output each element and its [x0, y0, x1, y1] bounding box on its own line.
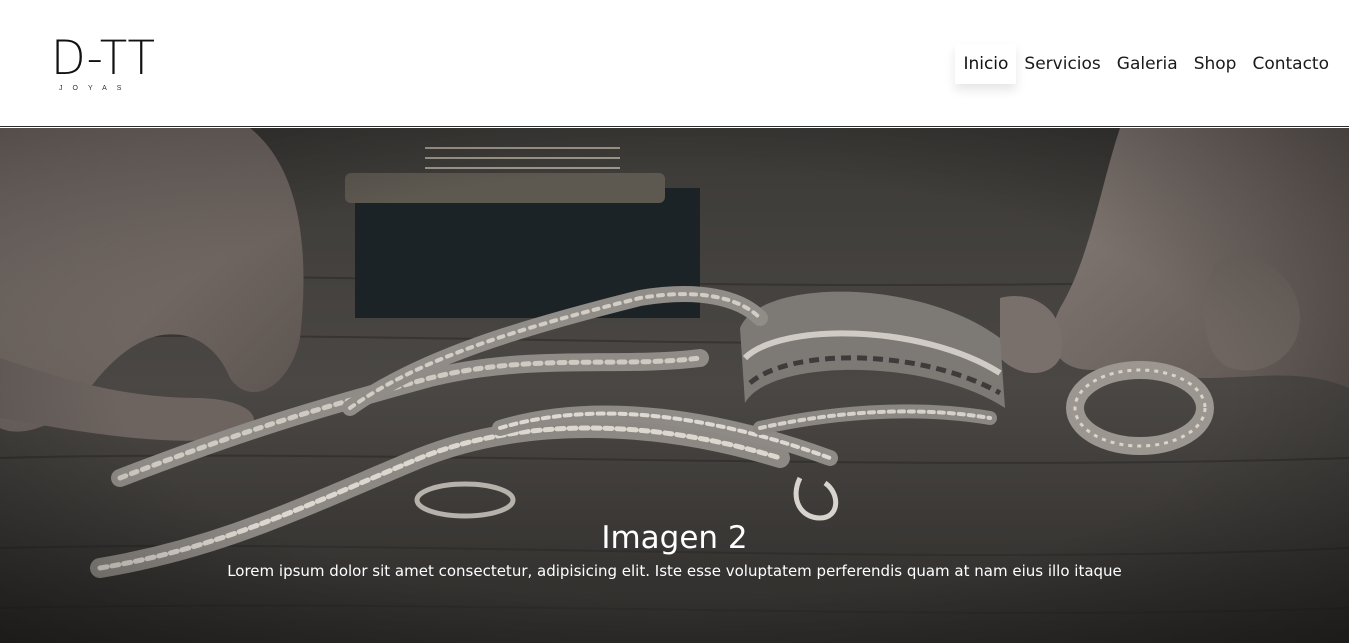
- main-nav: Inicio Servicios Galeria Shop Contacto: [955, 44, 1337, 84]
- nav-item-inicio[interactable]: Inicio: [955, 44, 1017, 84]
- caption-text: Lorem ipsum dolor sit amet consectetur, …: [227, 562, 1122, 580]
- logo-subtext: JOYAS: [59, 85, 132, 92]
- nav-item-servicios[interactable]: Servicios: [1016, 44, 1108, 84]
- site-header: D-TT JOYAS Inicio Servicios Galeria Shop…: [0, 0, 1349, 127]
- nav-item-contacto[interactable]: Contacto: [1244, 44, 1337, 84]
- nav-item-shop[interactable]: Shop: [1186, 44, 1245, 84]
- hero-carousel-slide: Imagen 2 Lorem ipsum dolor sit amet cons…: [0, 128, 1349, 643]
- nav-item-galeria[interactable]: Galeria: [1109, 44, 1186, 84]
- caption-title: Imagen 2: [601, 520, 748, 556]
- carousel-caption: Imagen 2 Lorem ipsum dolor sit amet cons…: [0, 518, 1349, 582]
- logo-text: D-TT: [51, 29, 156, 86]
- brand-logo[interactable]: D-TT JOYAS: [51, 29, 161, 96]
